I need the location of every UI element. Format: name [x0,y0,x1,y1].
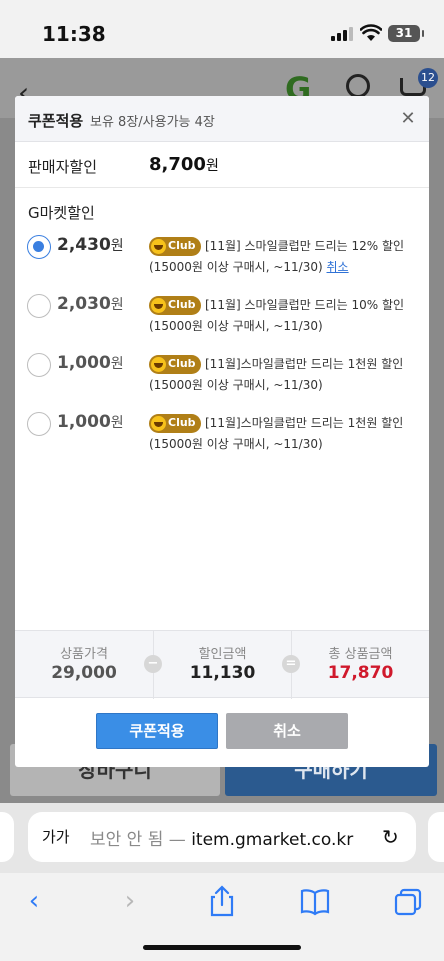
coupon-amount: 1,000원 [57,412,124,432]
wifi-icon [360,24,382,41]
modal-header: 쿠폰적용 보유 8장/사용가능 4장 ✕ [15,96,429,142]
coupon-amount: 2,030원 [57,294,124,314]
coupon-cancel-link[interactable]: 취소 [327,260,349,274]
total-label: 총 상품금액 [328,647,393,662]
insecure-label: 보안 안 됨 — [90,830,192,850]
coupon-condition: (15000원 이상 구매시, ~11/30) [149,437,323,451]
coupon-option[interactable]: 1,000원 Club [11월]스마일클럽만 드리는 1천원 할인 (1500… [15,351,429,407]
seller-discount-value: 8,700 [149,154,206,175]
club-badge-label: Club [168,298,196,311]
smile-club-badge: Club [149,355,201,374]
search-icon [346,74,370,98]
coupon-amount-value: 2,030 [57,294,111,314]
discount-label: 할인금액 [198,647,247,662]
coupon-description: [11월] 스마일클럽만 드리는 12% 할인 [205,239,405,253]
coupon-amount: 1,000원 [57,353,124,373]
safari-toolbar: ‹ › [0,873,444,961]
url-text[interactable]: 보안 안 됨 — item.gmarket.co.kr [90,825,353,850]
modal-title: 쿠폰적용 [28,112,84,130]
status-time: 11:38 [42,22,106,46]
cancel-button[interactable]: 취소 [226,713,348,749]
gmarket-discount-title: G마켓할인 [28,204,95,222]
previous-tab-peek[interactable] [0,812,14,862]
page-settings-button[interactable]: 가가 [42,826,70,847]
coupon-amount-unit: 원 [110,356,124,372]
seller-discount-row: 판매자할인 8,700원 [15,142,429,188]
apply-coupon-button[interactable]: 쿠폰적용 [96,713,218,749]
total-summary: 총 상품금액 17,870 [292,631,429,699]
smile-face-icon [151,357,166,372]
tabs-icon[interactable] [388,881,428,921]
coupon-description: [11월] 스마일클럽만 드리는 10% 할인 [205,298,405,312]
cart-count-badge: 12 [418,68,438,88]
reload-icon[interactable]: ↻ [382,825,399,849]
coupon-modal: 쿠폰적용 보유 8장/사용가능 4장 ✕ 판매자할인 8,700원 G마켓할인 … [15,96,429,767]
club-badge-label: Club [168,357,196,370]
total-value: 17,870 [327,663,394,683]
smile-club-badge: Club [149,296,201,315]
next-tab-peek[interactable] [428,812,444,862]
address-bar[interactable]: 가가 보안 안 됨 — item.gmarket.co.kr ↻ [28,812,416,862]
back-arrow-icon[interactable]: ‹ [14,881,54,921]
coupon-amount-value: 2,430 [57,235,111,255]
coupon-condition: (15000원 이상 구매시, ~11/30) 취소 [149,258,349,275]
coupon-condition: (15000원 이상 구매시, ~11/30) [149,378,323,392]
coupon-amount-unit: 원 [110,415,124,431]
coupon-radio[interactable] [27,294,51,318]
bookmarks-icon[interactable] [295,881,335,921]
coupon-amount: 2,430원 [57,235,124,255]
smile-club-badge: Club [149,414,201,433]
coupon-description: [11월]스마일클럽만 드리는 1천원 할인 [205,416,404,430]
coupon-amount-unit: 원 [110,238,124,254]
smile-club-badge: Club [149,237,201,256]
seller-discount-unit: 원 [205,158,219,174]
smile-face-icon [151,298,166,313]
discount-value: 11,130 [189,663,256,683]
coupon-amount-value: 1,000 [57,353,111,373]
share-icon[interactable] [202,881,242,921]
product-price-summary: 상품가격 29,000 [15,631,153,699]
coupon-amount-unit: 원 [110,297,124,313]
status-bar: 11:38 31 [0,0,444,58]
coupon-description: [11월]스마일클럽만 드리는 1천원 할인 [205,357,404,371]
coupon-radio[interactable] [27,353,51,377]
product-price-value: 29,000 [51,663,117,683]
forward-arrow-icon[interactable]: › [110,881,150,921]
coupon-count-subtitle: 보유 8장/사용가능 4장 [90,115,215,130]
url-domain: item.gmarket.co.kr [191,830,354,850]
coupon-amount-value: 1,000 [57,412,111,432]
discount-summary: 할인금액 11,130 [154,631,291,699]
price-summary: 상품가격 29,000 − 할인금액 11,130 = 총 상품금액 17,87… [15,630,429,699]
coupon-condition-text: (15000원 이상 구매시, ~11/30) [149,260,323,274]
coupon-radio-selected[interactable] [27,235,51,259]
seller-discount-label: 판매자할인 [28,158,98,176]
close-icon[interactable]: ✕ [398,109,418,129]
seller-discount-amount: 8,700원 [149,154,219,175]
club-badge-label: Club [168,416,196,429]
club-badge-label: Club [168,239,196,252]
battery-icon: 31 [388,25,424,42]
home-indicator [143,945,301,950]
cell-signal-icon [331,27,353,41]
smile-face-icon [151,239,166,254]
smile-face-icon [151,416,166,431]
coupon-option[interactable]: 2,030원 Club [11월] 스마일클럽만 드리는 10% 할인 (150… [15,292,429,348]
coupon-radio[interactable] [27,412,51,436]
coupon-option[interactable]: 2,430원 Club [11월] 스마일클럽만 드리는 12% 할인 (150… [15,233,429,289]
coupon-option[interactable]: 1,000원 Club [11월]스마일클럽만 드리는 1천원 할인 (1500… [15,410,429,466]
product-price-label: 상품가격 [60,647,108,662]
coupon-condition: (15000원 이상 구매시, ~11/30) [149,319,323,333]
